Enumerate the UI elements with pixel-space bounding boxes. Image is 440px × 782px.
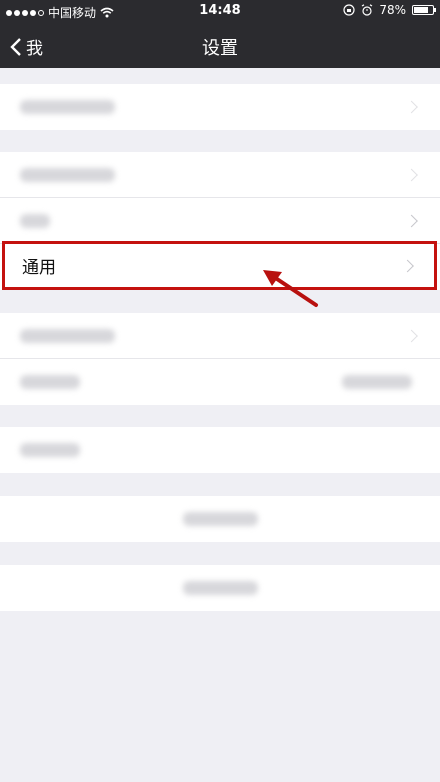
chevron-right-icon xyxy=(405,168,418,181)
settings-row-blurred[interactable] xyxy=(0,427,440,473)
chevron-right-icon xyxy=(405,100,418,114)
settings-row-general[interactable]: 通用 xyxy=(5,244,434,287)
general-label: 通用 xyxy=(22,258,56,278)
blurred-label xyxy=(20,100,115,114)
highlight-box: 通用 xyxy=(2,241,437,290)
blurred-label xyxy=(20,375,80,389)
arrow-annotation-icon xyxy=(263,270,318,307)
settings-group-account xyxy=(0,84,440,130)
status-bar: 中国移动 14:48 78% xyxy=(0,0,440,22)
battery-icon xyxy=(412,5,436,15)
settings-row-blurred[interactable] xyxy=(0,313,440,359)
settings-row-blurred[interactable] xyxy=(0,84,440,130)
blurred-label xyxy=(20,213,50,228)
alarm-icon xyxy=(362,4,373,16)
settings-group-about xyxy=(0,427,440,473)
chevron-right-icon xyxy=(405,329,418,342)
settings-group-switch-account xyxy=(0,496,440,542)
orientation-lock-icon xyxy=(343,4,355,16)
chevron-right-icon xyxy=(401,259,414,272)
settings-row-blurred[interactable] xyxy=(0,152,440,198)
settings-row-blurred-centered[interactable] xyxy=(0,565,440,611)
settings-group-privacy xyxy=(0,313,440,405)
blurred-label xyxy=(182,512,258,526)
blurred-label xyxy=(20,328,115,343)
blurred-label xyxy=(182,581,258,595)
blurred-label xyxy=(20,443,80,457)
settings-group-logout xyxy=(0,565,440,611)
navigation-bar: 我 设置 xyxy=(0,22,440,68)
status-right: 78% xyxy=(343,3,436,17)
battery-percent: 78% xyxy=(379,3,406,17)
settings-row-blurred-centered[interactable] xyxy=(0,496,440,542)
blurred-value xyxy=(342,375,412,389)
settings-row-blurred[interactable] xyxy=(0,198,440,244)
chevron-right-icon xyxy=(405,214,418,227)
page-title: 设置 xyxy=(202,38,238,59)
settings-row-blurred[interactable] xyxy=(0,359,440,405)
blurred-label xyxy=(20,167,115,182)
